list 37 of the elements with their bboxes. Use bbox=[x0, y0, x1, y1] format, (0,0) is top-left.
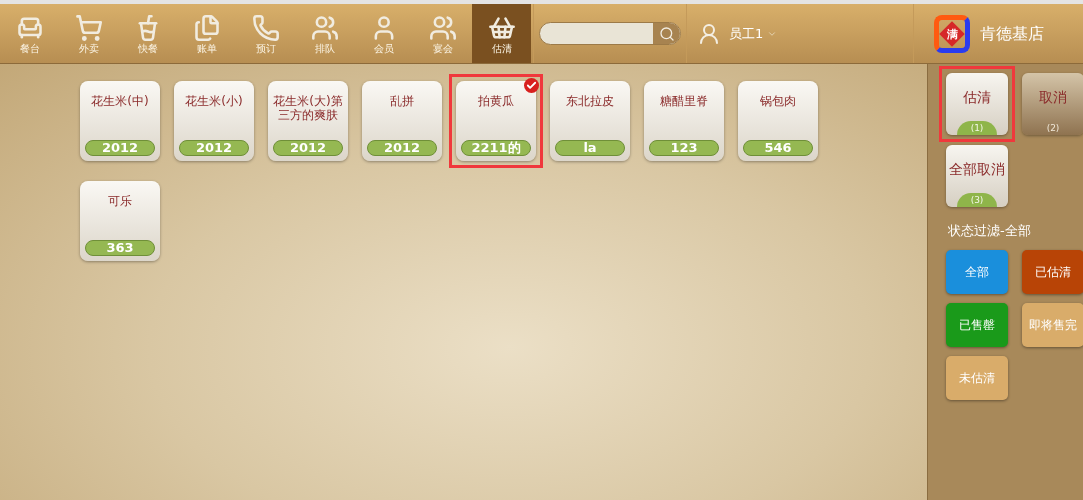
nav-tab[interactable]: 快餐 bbox=[118, 4, 177, 63]
people-icon bbox=[310, 13, 339, 42]
dish-card[interactable]: 拍黄瓜 2211的 bbox=[456, 81, 536, 161]
nav-tab[interactable]: 餐台 bbox=[0, 4, 59, 63]
search-field[interactable] bbox=[539, 22, 681, 45]
dish-card[interactable]: 花生米(大)第三方的爽肤 2012 bbox=[268, 81, 348, 161]
nav-tab[interactable]: 宴会 bbox=[413, 4, 472, 63]
nav-tab[interactable]: 估清 bbox=[472, 4, 531, 63]
documents-icon bbox=[192, 13, 221, 42]
dish-card[interactable]: 花生米(中) 2012 bbox=[80, 81, 160, 161]
filter-button[interactable]: 已售罄 bbox=[946, 302, 1008, 347]
nav-tab[interactable]: 外卖 bbox=[59, 4, 118, 63]
nav-tab[interactable]: 账单 bbox=[177, 4, 236, 63]
phone-icon bbox=[251, 13, 280, 42]
dish-card[interactable]: 乱拼 2012 bbox=[362, 81, 442, 161]
dish-card[interactable]: 锅包肉 546 bbox=[738, 81, 818, 161]
dish-card[interactable]: 花生米(小) 2012 bbox=[174, 81, 254, 161]
user-menu[interactable]: 员工1 bbox=[729, 23, 778, 44]
dish-card[interactable]: 糖醋里脊 123 bbox=[644, 81, 724, 161]
filter-button[interactable]: 未估清 bbox=[946, 355, 1008, 400]
cart-icon bbox=[74, 13, 103, 42]
filter-title: 状态过滤-全部 bbox=[948, 222, 1032, 240]
dish-card[interactable]: 东北拉皮 la bbox=[550, 81, 630, 161]
nav-tab[interactable]: 会员 bbox=[354, 4, 413, 63]
action-button[interactable]: 估清 (1) bbox=[946, 73, 1008, 135]
group-icon bbox=[428, 13, 457, 42]
logo-icon: 满 bbox=[934, 14, 970, 53]
user-icon bbox=[697, 21, 721, 46]
dish-card[interactable]: 可乐 363 bbox=[80, 181, 160, 261]
search-icon bbox=[658, 25, 675, 42]
filter-button[interactable]: 全部 bbox=[946, 249, 1008, 294]
filter-button[interactable]: 即将售完 bbox=[1022, 302, 1083, 347]
nav-tab[interactable]: 排队 bbox=[295, 4, 354, 63]
nav-tab[interactable]: 预订 bbox=[236, 4, 295, 63]
store-name: 肯德基店 bbox=[980, 22, 1044, 45]
filter-button[interactable]: 已估清 bbox=[1022, 249, 1083, 294]
action-button[interactable]: 全部取消 (3) bbox=[946, 145, 1008, 207]
